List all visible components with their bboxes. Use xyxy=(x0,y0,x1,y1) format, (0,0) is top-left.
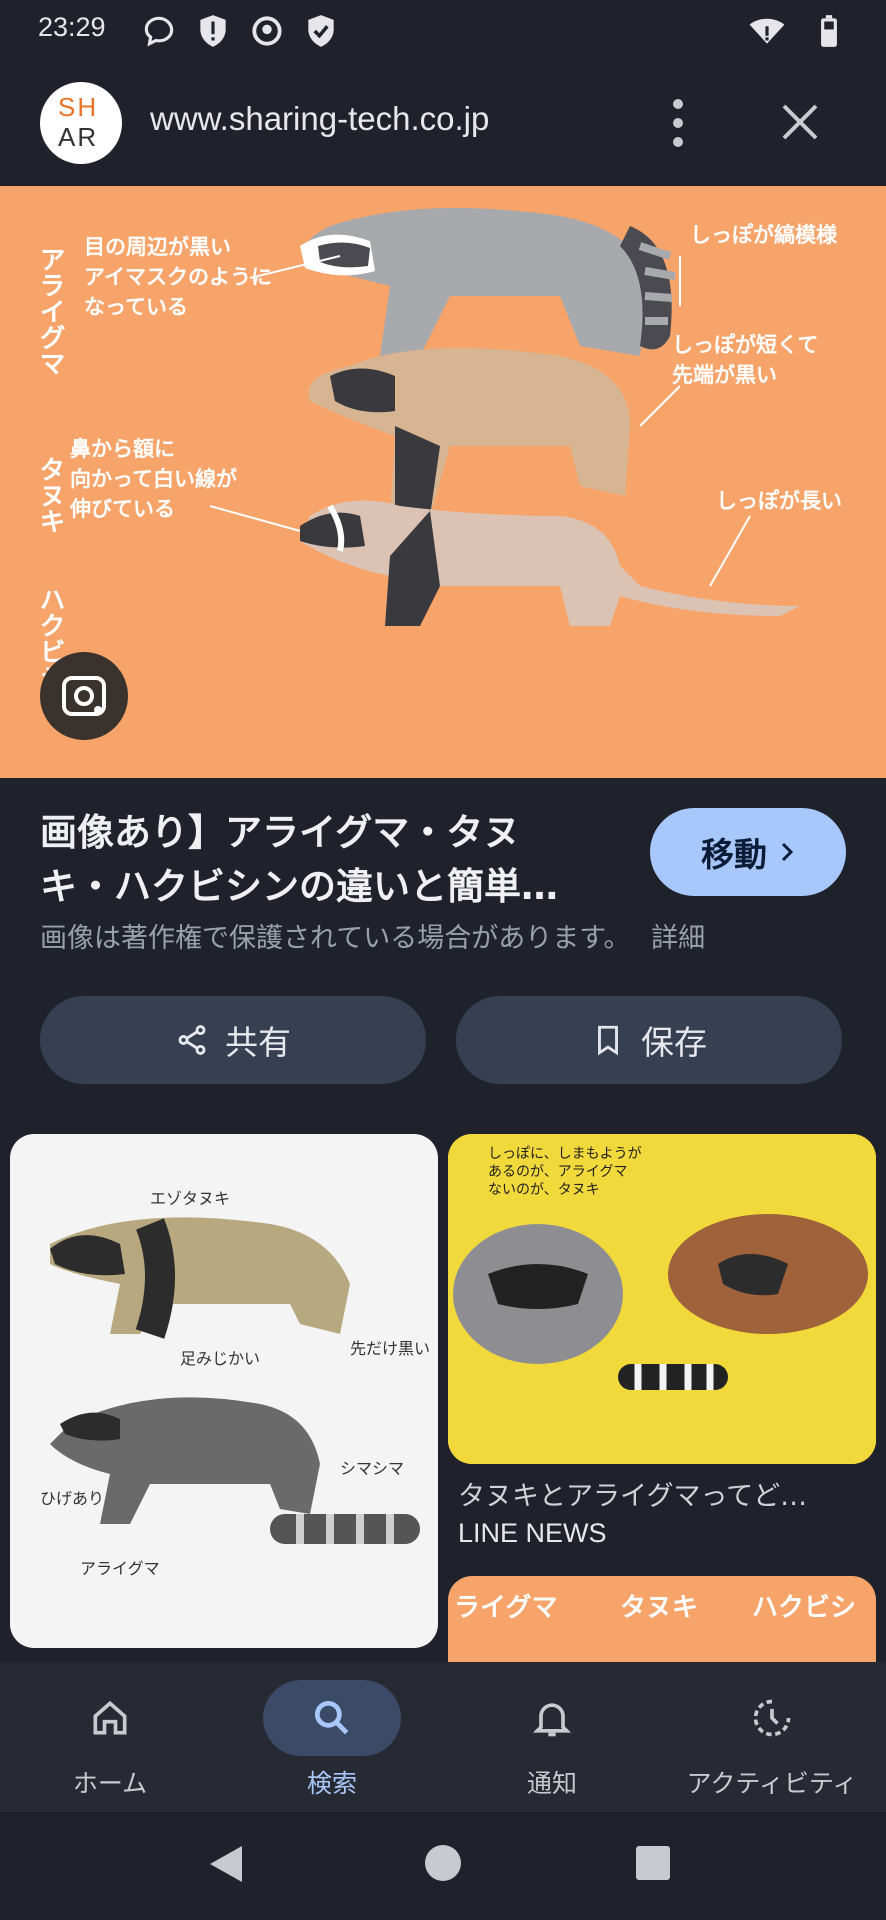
annotation-tanuki-tail-2: 先端が黒い xyxy=(672,363,777,387)
status-time: 23:29 xyxy=(38,12,106,42)
bookmark-icon xyxy=(598,1025,618,1056)
save-button[interactable]: 保存 xyxy=(456,996,842,1084)
vertical-label-tanuki: タヌキ xyxy=(35,456,65,534)
vertical-label-raccoon: アライグマ xyxy=(35,246,65,376)
orange-comparison-image: ライグマ タヌキ ハクビシ xyxy=(454,1593,856,1623)
search-icon xyxy=(314,1700,349,1735)
chat-bubble-icon xyxy=(144,16,174,47)
bottom-navigation: ホーム 検索 通知 アクティビティ xyxy=(0,1662,886,1812)
result-title-line-1: 画像あり】アライグマ・タヌ xyxy=(40,811,521,854)
card3-label-1: ライグマ xyxy=(454,1593,557,1623)
nav-search-label: 検索 xyxy=(306,1769,357,1798)
hero-image[interactable]: アライグマ タヌキ ハクビシン 目の周辺が黒い アイマスクのように なっている … xyxy=(0,186,886,778)
annotation-raccoon-eye-2: アイマスクのように xyxy=(84,265,272,289)
close-button[interactable] xyxy=(770,92,830,152)
chevron-right-icon xyxy=(781,842,794,862)
copyright-text: 画像は著作権で保護されている場合があります。 xyxy=(40,923,631,954)
share-button[interactable]: 共有 xyxy=(40,996,426,1084)
share-label: 共有 xyxy=(225,1023,291,1062)
annotation-civet-face-2: 向かって白い線が xyxy=(70,467,237,491)
favicon-text-bottom: AR xyxy=(58,122,99,152)
close-icon xyxy=(782,104,818,140)
card3-label-3: ハクビシ xyxy=(752,1593,856,1623)
card1-label-3: 先だけ黒い xyxy=(350,1339,430,1358)
result-title-line-2: キ・ハクビシンの違いと簡単… xyxy=(40,865,558,908)
related-result-title[interactable]: タヌキとアライグマってど… xyxy=(458,1474,807,1513)
share-icon xyxy=(178,1025,206,1055)
lens-search-button[interactable] xyxy=(40,652,128,740)
annotation-raccoon-tail: しっぽが縞模様 xyxy=(690,223,838,247)
system-icons xyxy=(748,12,848,48)
result-title[interactable]: 画像あり】アライグマ・タヌ キ・ハクビシンの違いと簡単… xyxy=(40,806,620,914)
annotation-tanuki-tail-1: しっぽが短くて xyxy=(672,333,818,357)
recents-icon[interactable] xyxy=(634,1844,672,1882)
home-icon xyxy=(93,1700,127,1735)
annotation-civet-face-3: 伸びている xyxy=(69,497,175,521)
status-bar: 23:29 xyxy=(0,0,886,60)
save-label: 保存 xyxy=(641,1023,707,1062)
card1-label-5: アライグマ xyxy=(80,1559,160,1578)
notification-icons xyxy=(140,12,340,48)
copyright-notice: 画像は著作権で保護されている場合があります。 詳細 xyxy=(40,916,705,955)
nav-search[interactable]: 検索 xyxy=(232,1662,432,1812)
favicon-text-top: SH xyxy=(58,92,99,122)
battery-icon xyxy=(821,15,837,47)
related-result-card[interactable]: ライグマ タヌキ ハクビシ xyxy=(448,1576,876,1662)
more-vert-icon xyxy=(673,99,683,147)
card1-label-4: シマシマ xyxy=(340,1459,404,1478)
related-result-source: LINE NEWS xyxy=(458,1518,607,1548)
back-icon[interactable] xyxy=(206,1842,246,1886)
hand-icon xyxy=(252,16,282,46)
annotation-civet-tail: しっぽが長い xyxy=(716,489,842,513)
related-result-card[interactable]: エゾタヌキ 足みじかい 先だけ黒い シマシマ アライグマ ひげあり xyxy=(10,1134,438,1648)
bell-icon xyxy=(532,1703,572,1737)
site-header: SH AR www.sharing-tech.co.jp xyxy=(0,60,886,186)
card2-label-2: あるのが、アライグマ xyxy=(488,1164,627,1180)
more-menu-button[interactable] xyxy=(654,90,702,156)
visit-button[interactable]: 移動 xyxy=(650,808,846,896)
annotation-civet-face-1: 鼻から額に xyxy=(70,437,175,461)
card1-label-2: 足みじかい xyxy=(180,1349,260,1368)
nav-notifications[interactable]: 通知 xyxy=(452,1662,652,1812)
nav-home-label: ホーム xyxy=(72,1769,148,1798)
system-navigation-bar xyxy=(0,1812,886,1920)
lens-icon xyxy=(62,676,106,716)
card1-label-1: エゾタヌキ xyxy=(150,1189,230,1208)
alert-shield-icon xyxy=(200,15,226,47)
card2-label-1: しっぽに、しまもようが xyxy=(488,1146,642,1162)
check-shield-icon xyxy=(308,15,334,47)
detail-link[interactable]: 詳細 xyxy=(651,923,705,954)
card3-label-2: タヌキ xyxy=(620,1593,698,1623)
nav-notifications-label: 通知 xyxy=(526,1769,577,1798)
activity-icon xyxy=(753,1699,791,1737)
wifi-icon xyxy=(749,18,785,44)
card1-label-6: ひげあり xyxy=(40,1489,104,1508)
nav-activity[interactable]: アクティビティ xyxy=(672,1662,872,1812)
nav-home[interactable]: ホーム xyxy=(10,1662,210,1812)
card2-label-3: ないのが、タヌキ xyxy=(488,1182,600,1198)
annotation-raccoon-eye-3: なっている xyxy=(84,295,188,319)
annotation-raccoon-eye-1: 目の周辺が黒い xyxy=(84,235,231,259)
animal-comparison-illustration: アライグマ タヌキ ハクビシン 目の周辺が黒い アイマスクのように なっている … xyxy=(0,186,886,778)
sketch-tanuki-raccoon-image: エゾタヌキ 足みじかい 先だけ黒い シマシマ アライグマ ひげあり xyxy=(40,1189,430,1578)
site-url[interactable]: www.sharing-tech.co.jp xyxy=(150,100,489,138)
home-button-icon[interactable] xyxy=(424,1844,462,1882)
nav-activity-label: アクティビティ xyxy=(686,1769,858,1798)
visit-button-label: 移動 xyxy=(701,835,767,874)
related-result-card[interactable]: しっぽに、しまもようが あるのが、アライグマ ないのが、タヌキ xyxy=(448,1134,876,1464)
site-favicon[interactable]: SH AR xyxy=(40,82,122,164)
yellow-raccoon-tanuki-image: しっぽに、しまもようが あるのが、アライグマ ないのが、タヌキ xyxy=(448,1134,876,1464)
